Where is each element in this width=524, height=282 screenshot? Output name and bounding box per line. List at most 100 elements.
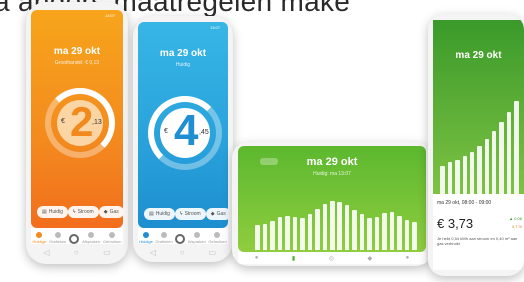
flame-icon: ◆ (210, 211, 215, 217)
orange-price-small: ,13 (92, 119, 102, 126)
right-detail-panel: ma 29 okt, 08:00 - 09:00 € 3,73 ▲ 0,06 0… (433, 194, 524, 270)
blue-tab-center[interactable] (175, 234, 186, 244)
calendar-icon: ▤ (42, 209, 47, 215)
bolt-icon: ϟ (179, 211, 183, 217)
landscape-chart-bar[interactable] (270, 220, 275, 250)
orange-pill-row: ▤ Huidig ϟ Stroom ◆ Gas (37, 206, 123, 218)
landscape-chart-bar[interactable] (315, 209, 320, 250)
landscape-chart-bar[interactable] (389, 211, 395, 250)
bolt-icon: ϟ (72, 209, 76, 215)
user-icon[interactable]: ● (406, 255, 410, 261)
orange-date[interactable]: ma 29 okt (31, 46, 123, 57)
orange-tab-center[interactable] (69, 234, 80, 244)
blue-price-ring: € 4 ,45 (148, 96, 222, 170)
home-button-icon[interactable]: ○ (74, 248, 79, 257)
recents-icon[interactable]: ▭ (103, 248, 111, 257)
blue-tab-grafieken[interactable]: Grafieken (155, 232, 173, 244)
bell-icon (88, 232, 95, 238)
chart-icon[interactable]: ▮ (292, 255, 295, 262)
recents-icon[interactable]: ▭ (209, 248, 217, 257)
landscape-chart-bar[interactable] (277, 217, 283, 250)
home-icon (36, 232, 43, 238)
blue-tab-gebruiken[interactable]: Gebruiken (208, 232, 227, 244)
blue-price-symbol: € (164, 128, 168, 135)
landscape-chart-bar[interactable] (300, 218, 305, 250)
orange-tab-huidige[interactable]: Huidige (32, 232, 46, 244)
landscape-chart-bar[interactable] (367, 218, 372, 250)
landscape-chart-bar[interactable] (374, 217, 380, 250)
orange-navbar: ◁ ○ ▭ (31, 246, 123, 258)
blue-sublabel: Huidig (175, 62, 191, 68)
chart-icon (161, 232, 168, 238)
right-change-pct: 0,7 % (511, 224, 522, 229)
orange-price-big: 2 (70, 98, 94, 145)
right-footnote: Je hebt 0,54 kWh aan stroom en 0,40 m³ a… (437, 236, 518, 246)
right-chart-bar[interactable] (484, 139, 490, 194)
landscape-chart-bar[interactable] (382, 213, 387, 250)
landscape-chart-bar[interactable] (412, 222, 417, 250)
blue-pill-row: ▤ Huidig ϟ Stroom ◆ Gas (144, 208, 228, 220)
orange-tabbar: Huidige Grafieken Afspraken Gebruiken (31, 228, 123, 244)
blue-pill-huidig[interactable]: ▤ Huidig (144, 208, 175, 220)
orange-status-time: 13:07 (104, 13, 115, 18)
back-icon[interactable]: ◁ (150, 248, 156, 257)
home-icon[interactable]: ● (255, 255, 259, 261)
orange-pill-stroom[interactable]: ϟ Stroom (67, 206, 99, 218)
landscape-date[interactable]: ma 29 okt (238, 156, 426, 168)
landscape-chart-bar[interactable] (344, 205, 350, 250)
landscape-chart-bar[interactable] (330, 200, 335, 250)
right-chart-bar[interactable] (477, 146, 482, 194)
right-price: € 3,73 (437, 216, 474, 231)
right-chart-bar[interactable] (455, 159, 460, 194)
orange-price-symbol: € (61, 118, 65, 125)
home-button-icon[interactable]: ○ (180, 248, 185, 257)
orange-pill-huidig[interactable]: ▤ Huidig (37, 206, 68, 218)
landscape-chart-bar[interactable] (292, 217, 298, 250)
right-chart-bar[interactable] (514, 100, 519, 194)
orange-screen: 13:07 ma 29 okt Groothandel: € 0,13 € 2 … (31, 10, 123, 228)
landscape-chart-bar[interactable] (359, 213, 365, 250)
orange-pill-gas[interactable]: ◆ Gas (98, 206, 123, 218)
right-chart-bar[interactable] (469, 151, 475, 194)
landscape-chart-bar[interactable] (404, 220, 410, 250)
bell-icon[interactable]: ◆ (367, 255, 372, 262)
bell-icon (193, 232, 200, 238)
right-chart-bar[interactable] (462, 156, 467, 194)
orange-tab-afspraken[interactable]: Afspraken (82, 232, 100, 244)
right-change-up: ▲ 0,06 (509, 216, 522, 221)
dial-icon (69, 234, 80, 244)
blue-pill-gas[interactable]: ◆ Gas (205, 208, 228, 220)
landscape-chart-bar[interactable] (322, 203, 328, 250)
orange-price-ring: € 2 ,13 (45, 88, 115, 158)
right-bar-chart (439, 80, 520, 194)
landscape-chart-bar[interactable] (255, 224, 260, 250)
right-screen: ma 29 okt (433, 20, 524, 194)
right-chart-bar[interactable] (506, 111, 512, 194)
orange-tab-grafieken[interactable]: Grafieken (49, 232, 66, 244)
blue-tab-afspraken[interactable]: Afspraken (188, 232, 206, 244)
right-chart-bar[interactable] (499, 122, 504, 194)
blue-pill-stroom[interactable]: ϟ Stroom (174, 208, 206, 220)
right-date[interactable]: ma 29 okt (433, 50, 524, 61)
landscape-chart-bar[interactable] (285, 215, 290, 250)
flame-icon: ◆ (103, 209, 108, 215)
right-chart-bar[interactable] (492, 131, 497, 194)
dial-icon[interactable]: ◎ (329, 255, 334, 262)
blue-tab-huidige[interactable]: Huidige (139, 232, 153, 244)
blue-date[interactable]: ma 29 okt (138, 48, 228, 59)
blue-price-big: 4 (174, 106, 199, 155)
landscape-chart-bar[interactable] (307, 213, 313, 250)
right-chart-bar[interactable] (447, 162, 453, 194)
landscape-chart-bar[interactable] (262, 223, 268, 250)
right-time-range: ma 29 okt, 08:00 - 09:00 (437, 200, 492, 206)
landscape-tabbar: ● ▮ ◎ ◆ ● (238, 252, 426, 264)
calendar-icon: ▤ (149, 211, 154, 217)
landscape-screen: ma 29 okt Huidig: ma 13:07 (238, 146, 426, 252)
right-chart-bar[interactable] (440, 165, 445, 194)
blue-status-time: 13:07 (209, 25, 220, 30)
back-icon[interactable]: ◁ (43, 248, 49, 257)
landscape-chart-bar[interactable] (337, 202, 342, 250)
orange-tab-gebruiken[interactable]: Gebruiken (103, 232, 121, 244)
landscape-chart-bar[interactable] (352, 210, 357, 250)
landscape-chart-bar[interactable] (397, 215, 402, 250)
